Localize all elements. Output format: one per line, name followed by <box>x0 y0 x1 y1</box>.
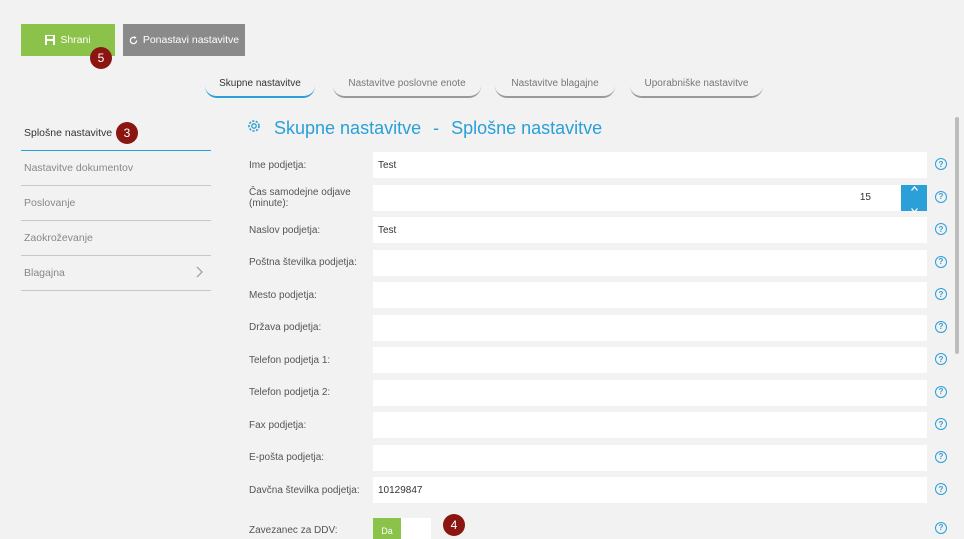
sidebar-item-label: Blagajna <box>24 267 65 279</box>
postal-code-input[interactable] <box>373 249 927 276</box>
form-row-fax: Fax podjetja: ? <box>249 412 949 445</box>
general-settings-form: Ime podjetja: Test ? Čas samodejne odjav… <box>249 152 949 539</box>
section-title-part2: Splošne nastavitve <box>451 118 603 138</box>
auto-logout-label: Čas samodejne odjave (minute): <box>249 186 351 209</box>
save-button-label: Shrani <box>60 34 91 46</box>
auto-logout-input[interactable]: 15 <box>373 184 901 211</box>
reset-settings-label: Ponastavi nastavitve <box>142 34 240 46</box>
vat-toggle-on-label: Da <box>373 517 401 539</box>
vat-label: Zavezanec za DDV: <box>249 525 338 536</box>
company-address-input[interactable]: Test <box>373 217 927 243</box>
help-icon[interactable]: ? <box>935 521 947 534</box>
chevron-up-icon[interactable] <box>910 178 918 196</box>
help-icon[interactable]: ? <box>935 483 947 495</box>
phone-1-input[interactable] <box>373 347 927 373</box>
city-label: Mesto podjetja: <box>249 289 317 301</box>
section-title-separator: - <box>433 118 440 138</box>
chevron-down-icon[interactable] <box>910 200 918 218</box>
help-icon[interactable]: ? <box>935 450 947 463</box>
help-icon[interactable]: ? <box>935 223 947 235</box>
phone-2-label: Telefon podjetja 2: <box>249 387 331 398</box>
form-row-company-address: Naslov podjetja: Test ? <box>249 217 949 250</box>
form-row-phone-1: Telefon podjetja 1: ? <box>249 347 949 380</box>
form-row-postal-code: Poštna številka podjetja: ? <box>249 249 949 283</box>
gear-icon <box>246 118 262 139</box>
sidebar-item-blagajna[interactable]: Blagajna <box>21 256 211 291</box>
form-row-tax-number: Davčna številka podjetja: 10129847 ? <box>249 477 949 510</box>
phone-1-label: Telefon podjetja 1: <box>249 354 331 366</box>
refresh-icon <box>129 35 138 45</box>
sidebar: Splošne nastavitve Nastavitve dokumentov… <box>21 116 211 291</box>
company-name-input[interactable]: Test <box>373 152 927 178</box>
section-title-part1: Skupne nastavitve <box>274 118 422 138</box>
email-input[interactable] <box>373 444 927 471</box>
chevron-right-icon <box>196 266 203 281</box>
help-icon[interactable]: ? <box>935 158 947 170</box>
country-label: Država podjetja: <box>249 322 322 333</box>
city-input[interactable] <box>373 282 927 308</box>
form-row-email: E-pošta podjetja: ? <box>249 444 949 478</box>
scrollbar[interactable] <box>955 117 959 354</box>
help-icon[interactable]: ? <box>935 385 947 398</box>
sidebar-item-nastavitve-dokumentov[interactable]: Nastavitve dokumentov <box>21 151 211 186</box>
help-icon[interactable]: ? <box>935 320 947 333</box>
tax-number-input[interactable]: 10129847 <box>373 477 927 503</box>
tab-nastavitve-poslovne-enote[interactable]: Nastavitve poslovne enote <box>333 70 481 98</box>
reset-settings-button[interactable]: Ponastavi nastavitve <box>123 24 245 56</box>
floppy-disk-icon <box>45 35 56 45</box>
help-icon[interactable]: ? <box>935 288 947 300</box>
form-row-vat: Zavezanec za DDV: Da ? <box>249 510 949 539</box>
sidebar-item-zaokrozevanje[interactable]: Zaokroževanje <box>21 221 211 256</box>
help-icon[interactable]: ? <box>935 353 947 365</box>
company-address-label: Naslov podjetja: <box>249 224 321 236</box>
annotation-badge-3: 3 <box>116 122 138 144</box>
tab-skupne-nastavitve[interactable]: Skupne nastavitve <box>205 70 315 98</box>
help-icon[interactable]: ? <box>935 418 947 430</box>
annotation-badge-4: 4 <box>443 514 465 536</box>
country-input[interactable] <box>373 314 927 341</box>
help-icon[interactable]: ? <box>935 190 947 203</box>
form-row-country: Država podjetja: ? <box>249 314 949 348</box>
auto-logout-stepper[interactable] <box>901 184 927 213</box>
tax-number-label: Davčna številka podjetja: <box>249 484 360 496</box>
help-icon[interactable]: ? <box>935 255 947 268</box>
form-row-auto-logout: Čas samodejne odjave (minute): 15 ? <box>249 184 949 218</box>
phone-2-input[interactable] <box>373 379 927 406</box>
company-name-label: Ime podjetja: <box>249 159 307 171</box>
vat-toggle[interactable]: Da <box>373 517 431 539</box>
email-label: E-pošta podjetja: <box>249 452 325 463</box>
form-row-phone-2: Telefon podjetja 2: ? <box>249 379 949 413</box>
postal-code-label: Poštna številka podjetja: <box>249 257 357 268</box>
sidebar-item-label: Poslovanje <box>24 197 76 209</box>
sidebar-item-poslovanje[interactable]: Poslovanje <box>21 186 211 221</box>
section-title: Skupne nastavitve - Splošne nastavitve <box>246 118 602 139</box>
sidebar-item-label: Nastavitve dokumentov <box>24 162 134 174</box>
sidebar-item-label: Zaokroževanje <box>24 232 93 244</box>
tab-uporabniske-nastavitve[interactable]: Uporabniške nastavitve <box>630 70 763 98</box>
annotation-badge-5: 5 <box>90 47 112 69</box>
form-row-city: Mesto podjetja: ? <box>249 282 949 315</box>
tab-nastavitve-blagajne[interactable]: Nastavitve blagajne <box>495 70 615 98</box>
fax-input[interactable] <box>373 412 927 438</box>
form-row-company-name: Ime podjetja: Test ? <box>249 152 949 185</box>
sidebar-item-label: Splošne nastavitve <box>24 127 113 139</box>
fax-label: Fax podjetja: <box>249 419 307 431</box>
